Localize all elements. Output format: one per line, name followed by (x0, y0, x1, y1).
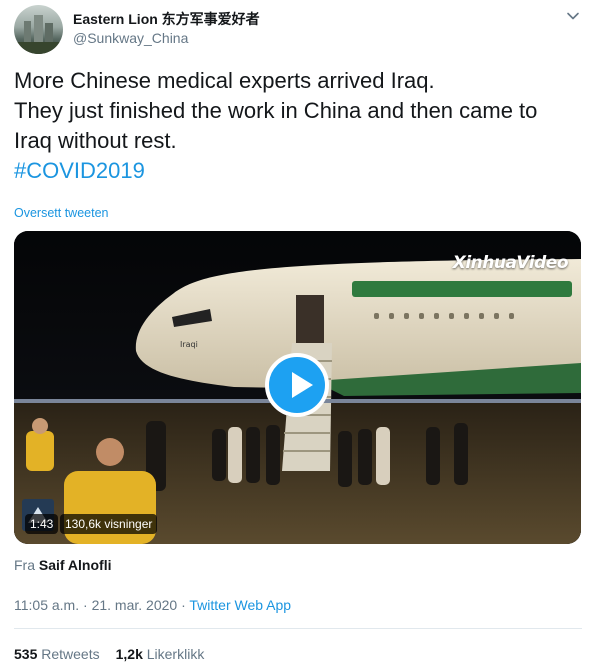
translate-tweet-link[interactable]: Oversett tweeten (14, 206, 109, 220)
tweet-date[interactable]: 21. mar. 2020 (92, 597, 178, 613)
meta-separator: · (181, 597, 186, 613)
tweet-meta: 11:05 a.m. · 21. mar. 2020 · Twitter Web… (14, 597, 291, 613)
likes-label: Likerklikk (146, 646, 205, 662)
likes-count: 1,2k (115, 646, 143, 662)
video-source: Fra Saif Alnofli (14, 557, 111, 573)
chevron-down-icon[interactable] (566, 9, 580, 23)
retweets-label: Retweets (41, 646, 100, 662)
tweet-client-link[interactable]: Twitter Web App (189, 597, 291, 613)
likes-stat[interactable]: 1,2k Likerklikk (116, 646, 205, 662)
video-duration: 1:43 (25, 514, 59, 534)
author-display-name[interactable]: Eastern Lion 东方军事爱好者 (73, 9, 260, 29)
tweet-text-line: They just finished the work in China and… (14, 98, 538, 123)
tweet-text: More Chinese medical experts arrived Ira… (14, 66, 582, 186)
meta-separator: · (83, 597, 88, 613)
divider (14, 628, 582, 629)
avatar[interactable] (14, 5, 63, 54)
video-source-name[interactable]: Saif Alnofli (39, 557, 112, 573)
retweets-count: 535 (14, 646, 38, 662)
tweet-text-line: More Chinese medical experts arrived Ira… (14, 68, 435, 93)
play-icon (292, 372, 313, 398)
author-handle[interactable]: @Sunkway_China (73, 30, 188, 46)
retweets-stat[interactable]: 535 Retweets (14, 646, 100, 662)
tweet-time[interactable]: 11:05 a.m. (14, 597, 79, 613)
video-source-prefix: Fra (14, 557, 35, 573)
engagement-stats: 535 Retweets 1,2k Likerklikk (14, 646, 204, 662)
tweet-text-line: Iraq without rest. (14, 128, 177, 153)
play-button[interactable] (265, 353, 329, 417)
tweet-card: Eastern Lion 东方军事爱好者 @Sunkway_China More… (0, 0, 592, 672)
plane-livery-text: Iraqi (180, 340, 198, 349)
video-watermark: XinhuaVideo (452, 253, 569, 273)
hashtag-link[interactable]: #COVID2019 (14, 156, 582, 186)
video-player[interactable]: Iraqi XinhuaVideo 1:43 130,6k visninger (14, 231, 581, 544)
video-view-count: 130,6k visninger (60, 514, 158, 534)
